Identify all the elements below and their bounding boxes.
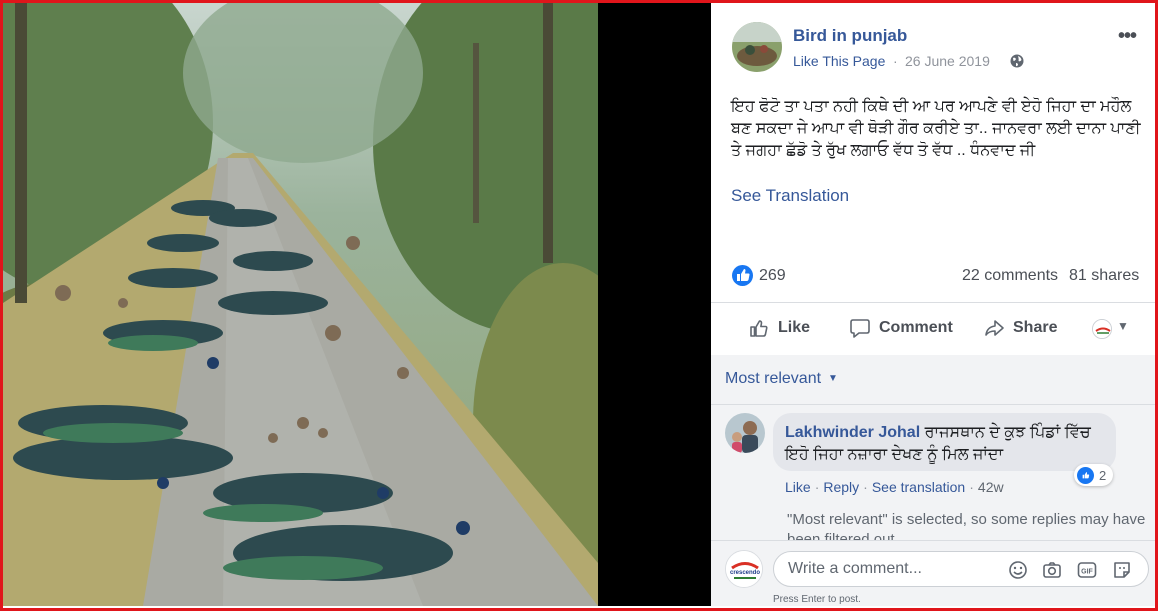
comment-button-label: Comment (879, 319, 953, 336)
page-name-link[interactable]: Bird in punjab (793, 26, 907, 46)
filter-note: "Most relevant" is selected, so some rep… (787, 511, 1146, 540)
share-icon (985, 320, 1004, 336)
like-reaction-icon[interactable] (732, 265, 753, 286)
sort-chevron-down-icon[interactable]: ▼ (828, 373, 838, 384)
globe-icon (1010, 54, 1024, 68)
post-message: ਇਹ ਫੋਟੋ ਤਾ ਪਤਾ ਨਹੀ ਕਿਥੇ ਦੀ ਆ ਪਰ ਆਪਣੇ ਵੀ … (731, 98, 1141, 159)
comment-reply-link[interactable]: Reply (823, 479, 859, 495)
comment-icon (850, 319, 870, 338)
current-user-avatar: crescendo (725, 550, 763, 588)
svg-text:crescendo: crescendo (730, 570, 760, 576)
comment-reactions[interactable]: 2 (1074, 464, 1114, 486)
comment-bubble: Lakhwinder Johal ਰਾਜਸਥਾਨ ਦੇ ਕੁਝ ਪਿੰਡਾਂ ਵ… (773, 413, 1116, 471)
camera-icon[interactable] (1042, 560, 1062, 580)
share-button-label: Share (1013, 319, 1058, 336)
share-button[interactable]: Share (983, 313, 1057, 343)
comment-like-link[interactable]: Like (785, 479, 811, 495)
meta-separator: · (893, 53, 898, 69)
comment-actions: Like · Reply · See translation · 42w (785, 479, 1004, 495)
svg-text:GIF: GIF (1081, 569, 1093, 576)
comments-section: Most relevant ▼ Lakhwinder Johal ਰਾਜਸਥਾਨ… (711, 355, 1155, 540)
chevron-down-icon[interactable]: ▼ (1117, 319, 1129, 333)
comments-count-link[interactable]: 22 comments (962, 267, 1058, 285)
see-translation-link[interactable]: See Translation (731, 186, 849, 206)
like-reaction-icon (1077, 466, 1094, 484)
gif-icon[interactable]: GIF (1077, 560, 1097, 580)
shares-count-link[interactable]: 81 shares (1069, 267, 1139, 285)
page-avatar[interactable] (732, 22, 782, 72)
audience-selector-avatar[interactable] (1092, 319, 1112, 339)
thumbs-up-icon (750, 320, 768, 337)
comments-divider (711, 404, 1155, 405)
comment-sort-dropdown[interactable]: Most relevant (725, 370, 821, 388)
post-timestamp[interactable]: 26 June 2019 (905, 53, 990, 69)
commenter-avatar[interactable] (725, 413, 765, 453)
comment-timestamp[interactable]: 42w (978, 479, 1004, 495)
comment-composer: crescendo GIF Press Enter to post. (711, 540, 1155, 606)
comment-button[interactable]: Comment (849, 313, 953, 343)
like-button[interactable]: Like (748, 313, 810, 343)
stats-divider (711, 302, 1155, 303)
press-enter-hint: Press Enter to post. (773, 594, 861, 605)
like-page-link[interactable]: Like This Page (793, 53, 885, 69)
emoji-icon[interactable] (1008, 560, 1028, 580)
post-photo[interactable] (3, 3, 598, 606)
more-options-icon[interactable]: ••• (1118, 25, 1137, 48)
sticker-icon[interactable] (1112, 560, 1132, 580)
lightbox-background (598, 3, 711, 606)
comment-see-translation-link[interactable]: See translation (872, 479, 965, 495)
post-panel: Bird in punjab Like This Page · 26 June … (711, 3, 1155, 606)
like-button-label: Like (778, 319, 811, 336)
comment-reaction-count: 2 (1099, 467, 1107, 483)
reaction-count[interactable]: 269 (759, 267, 786, 285)
commenter-name-link[interactable]: Lakhwinder Johal (785, 424, 920, 441)
